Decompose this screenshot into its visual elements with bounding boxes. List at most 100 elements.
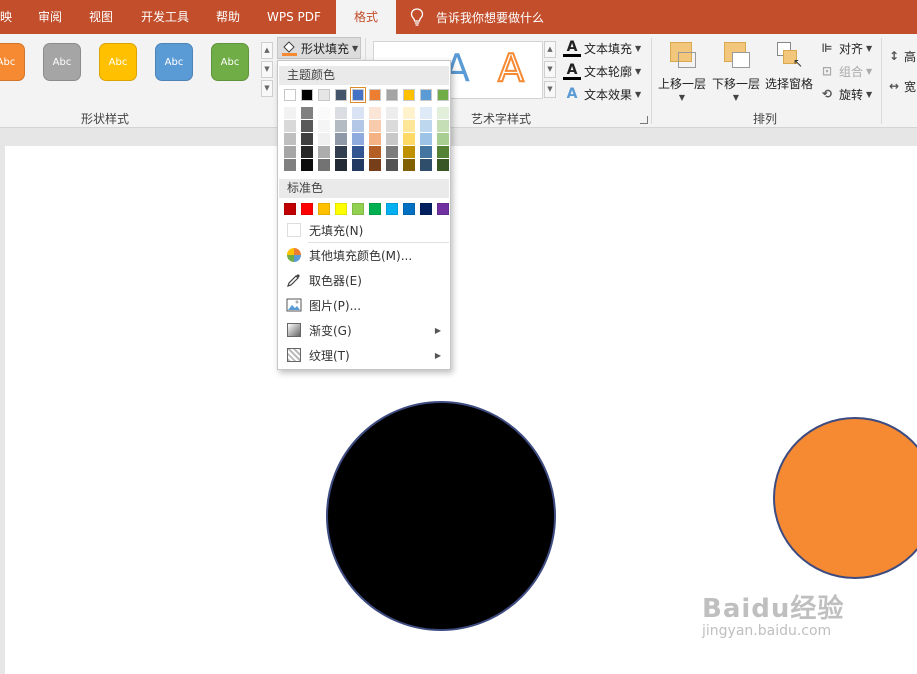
tab-slideshow[interactable]: 映: [0, 0, 22, 34]
orange-circle-shape[interactable]: [773, 417, 917, 579]
standard-color-swatch[interactable]: [301, 203, 313, 215]
standard-color-swatch[interactable]: [420, 203, 432, 215]
theme-tint-swatch[interactable]: [284, 159, 296, 171]
eyedropper-item[interactable]: 取色器(E): [279, 268, 449, 292]
theme-tint-swatch[interactable]: [318, 107, 330, 119]
wordart-scroll-down[interactable]: ▼: [544, 61, 556, 78]
theme-tint-swatch[interactable]: [301, 159, 313, 171]
gallery-expand[interactable]: ▼: [261, 80, 273, 97]
theme-tint-swatch[interactable]: [403, 120, 415, 132]
theme-tint-swatch[interactable]: [420, 120, 432, 132]
theme-tint-swatch[interactable]: [318, 133, 330, 145]
text-outline-button[interactable]: A 文本轮廓 ▼: [563, 61, 641, 81]
text-effects-button[interactable]: A 文本效果 ▼: [563, 84, 642, 104]
tab-format[interactable]: 格式: [336, 0, 396, 34]
tab-review[interactable]: 审阅: [38, 0, 62, 34]
theme-tint-swatch[interactable]: [403, 146, 415, 158]
theme-tint-swatch[interactable]: [420, 107, 432, 119]
dialog-launcher-icon[interactable]: [640, 116, 648, 124]
shape-style-orange[interactable]: Abc: [0, 43, 25, 81]
theme-tint-swatch[interactable]: [335, 159, 347, 171]
theme-tint-swatch[interactable]: [369, 146, 381, 158]
shape-width-field[interactable]: ↔ 宽: [887, 76, 916, 96]
theme-tint-swatch[interactable]: [420, 133, 432, 145]
theme-tint-swatch[interactable]: [437, 120, 449, 132]
theme-color-swatch[interactable]: [420, 89, 432, 101]
theme-tint-swatch[interactable]: [318, 159, 330, 171]
wordart-expand[interactable]: ▼: [544, 81, 556, 98]
tab-wps-pdf[interactable]: WPS PDF: [267, 0, 321, 34]
theme-color-swatch[interactable]: [369, 89, 381, 101]
gradient-item[interactable]: 渐变(G) ▶: [279, 318, 449, 342]
theme-tint-swatch[interactable]: [301, 133, 313, 145]
theme-tint-swatch[interactable]: [437, 133, 449, 145]
selection-pane-button[interactable]: ↖ 选择窗格: [764, 40, 814, 92]
theme-tint-swatch[interactable]: [386, 159, 398, 171]
theme-tint-swatch[interactable]: [386, 146, 398, 158]
shape-style-gray[interactable]: Abc: [43, 43, 81, 81]
theme-tint-swatch[interactable]: [318, 120, 330, 132]
theme-tint-swatch[interactable]: [369, 133, 381, 145]
shape-height-field[interactable]: ↕ 高: [887, 46, 916, 66]
theme-tint-swatch[interactable]: [335, 133, 347, 145]
theme-tint-swatch[interactable]: [386, 107, 398, 119]
theme-tint-swatch[interactable]: [437, 159, 449, 171]
theme-color-swatch[interactable]: [284, 89, 296, 101]
shape-style-green[interactable]: Abc: [211, 43, 249, 81]
theme-color-swatch[interactable]: [318, 89, 330, 101]
rotate-button[interactable]: ⟲ 旋转 ▼: [818, 84, 872, 104]
bring-forward-button[interactable]: 上移一层 ▼: [656, 40, 708, 102]
theme-color-swatch[interactable]: [386, 89, 398, 101]
theme-tint-swatch[interactable]: [301, 146, 313, 158]
theme-color-swatch[interactable]: [301, 89, 313, 101]
theme-tint-swatch[interactable]: [386, 133, 398, 145]
black-circle-shape[interactable]: [326, 401, 556, 631]
text-fill-button[interactable]: A 文本填充 ▼: [563, 38, 641, 58]
theme-tint-swatch[interactable]: [403, 107, 415, 119]
standard-color-swatch[interactable]: [335, 203, 347, 215]
tab-help[interactable]: 帮助: [216, 0, 240, 34]
theme-tint-swatch[interactable]: [403, 133, 415, 145]
theme-tint-swatch[interactable]: [369, 107, 381, 119]
theme-tint-swatch[interactable]: [318, 146, 330, 158]
theme-tint-swatch[interactable]: [284, 133, 296, 145]
theme-tint-swatch[interactable]: [352, 159, 364, 171]
standard-color-swatch[interactable]: [403, 203, 415, 215]
theme-tint-swatch[interactable]: [437, 146, 449, 158]
shape-style-blue[interactable]: Abc: [155, 43, 193, 81]
send-backward-button[interactable]: 下移一层 ▼: [710, 40, 762, 102]
standard-color-swatch[interactable]: [352, 203, 364, 215]
no-fill-item[interactable]: 无填充(N): [279, 218, 449, 242]
gallery-scroll-up[interactable]: ▲: [261, 42, 273, 59]
theme-tint-swatch[interactable]: [403, 159, 415, 171]
theme-tint-swatch[interactable]: [352, 120, 364, 132]
theme-tint-swatch[interactable]: [386, 120, 398, 132]
texture-item[interactable]: 纹理(T) ▶: [279, 343, 449, 367]
picture-fill-item[interactable]: 图片(P)...: [279, 293, 449, 317]
theme-color-swatch[interactable]: [335, 89, 347, 101]
theme-color-swatch[interactable]: [437, 89, 449, 101]
standard-color-swatch[interactable]: [386, 203, 398, 215]
shape-style-gold[interactable]: Abc: [99, 43, 137, 81]
theme-tint-swatch[interactable]: [335, 107, 347, 119]
align-button[interactable]: ⊫ 对齐 ▼: [818, 38, 873, 58]
standard-color-swatch[interactable]: [318, 203, 330, 215]
standard-color-swatch[interactable]: [369, 203, 381, 215]
wordart-style-orange[interactable]: A: [497, 45, 525, 91]
theme-tint-swatch[interactable]: [301, 120, 313, 132]
group-button[interactable]: ⊡ 组合 ▼: [818, 61, 872, 81]
wordart-scroll-up[interactable]: ▲: [544, 41, 556, 58]
more-fill-colors-item[interactable]: 其他填充颜色(M)...: [279, 243, 449, 267]
theme-tint-swatch[interactable]: [420, 146, 432, 158]
theme-color-swatch[interactable]: [350, 87, 366, 103]
theme-color-swatch[interactable]: [403, 89, 415, 101]
tab-view[interactable]: 视图: [89, 0, 113, 34]
theme-tint-swatch[interactable]: [301, 107, 313, 119]
theme-tint-swatch[interactable]: [335, 146, 347, 158]
standard-color-swatch[interactable]: [284, 203, 296, 215]
theme-tint-swatch[interactable]: [284, 107, 296, 119]
tab-developer[interactable]: 开发工具: [141, 0, 189, 34]
theme-tint-swatch[interactable]: [437, 107, 449, 119]
theme-tint-swatch[interactable]: [284, 120, 296, 132]
theme-tint-swatch[interactable]: [352, 133, 364, 145]
